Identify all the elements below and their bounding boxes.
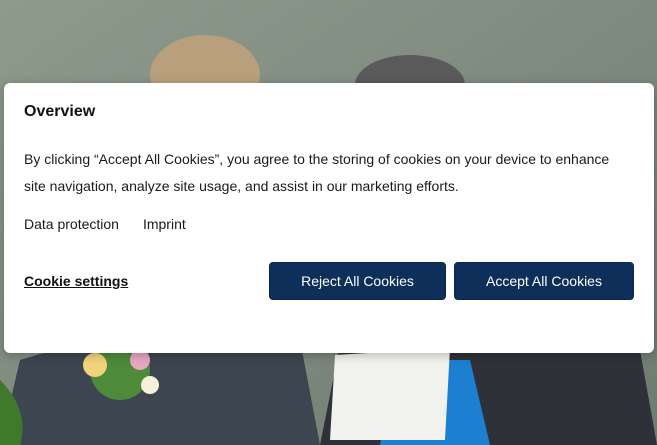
consent-description: By clicking “Accept All Cookies”, you ag… xyxy=(24,151,610,194)
dialog-title: Overview xyxy=(24,103,96,120)
legal-links: Data protection Imprint xyxy=(24,216,186,232)
data-protection-link[interactable]: Data protection xyxy=(24,216,119,232)
cookie-settings-button[interactable]: Cookie settings xyxy=(24,273,128,289)
reject-all-cookies-button[interactable]: Reject All Cookies xyxy=(269,262,446,300)
cookie-consent-dialog: Overview By clicking “Accept All Cookies… xyxy=(4,83,654,353)
imprint-link[interactable]: Imprint xyxy=(143,216,186,232)
accept-all-cookies-button[interactable]: Accept All Cookies xyxy=(454,262,634,300)
